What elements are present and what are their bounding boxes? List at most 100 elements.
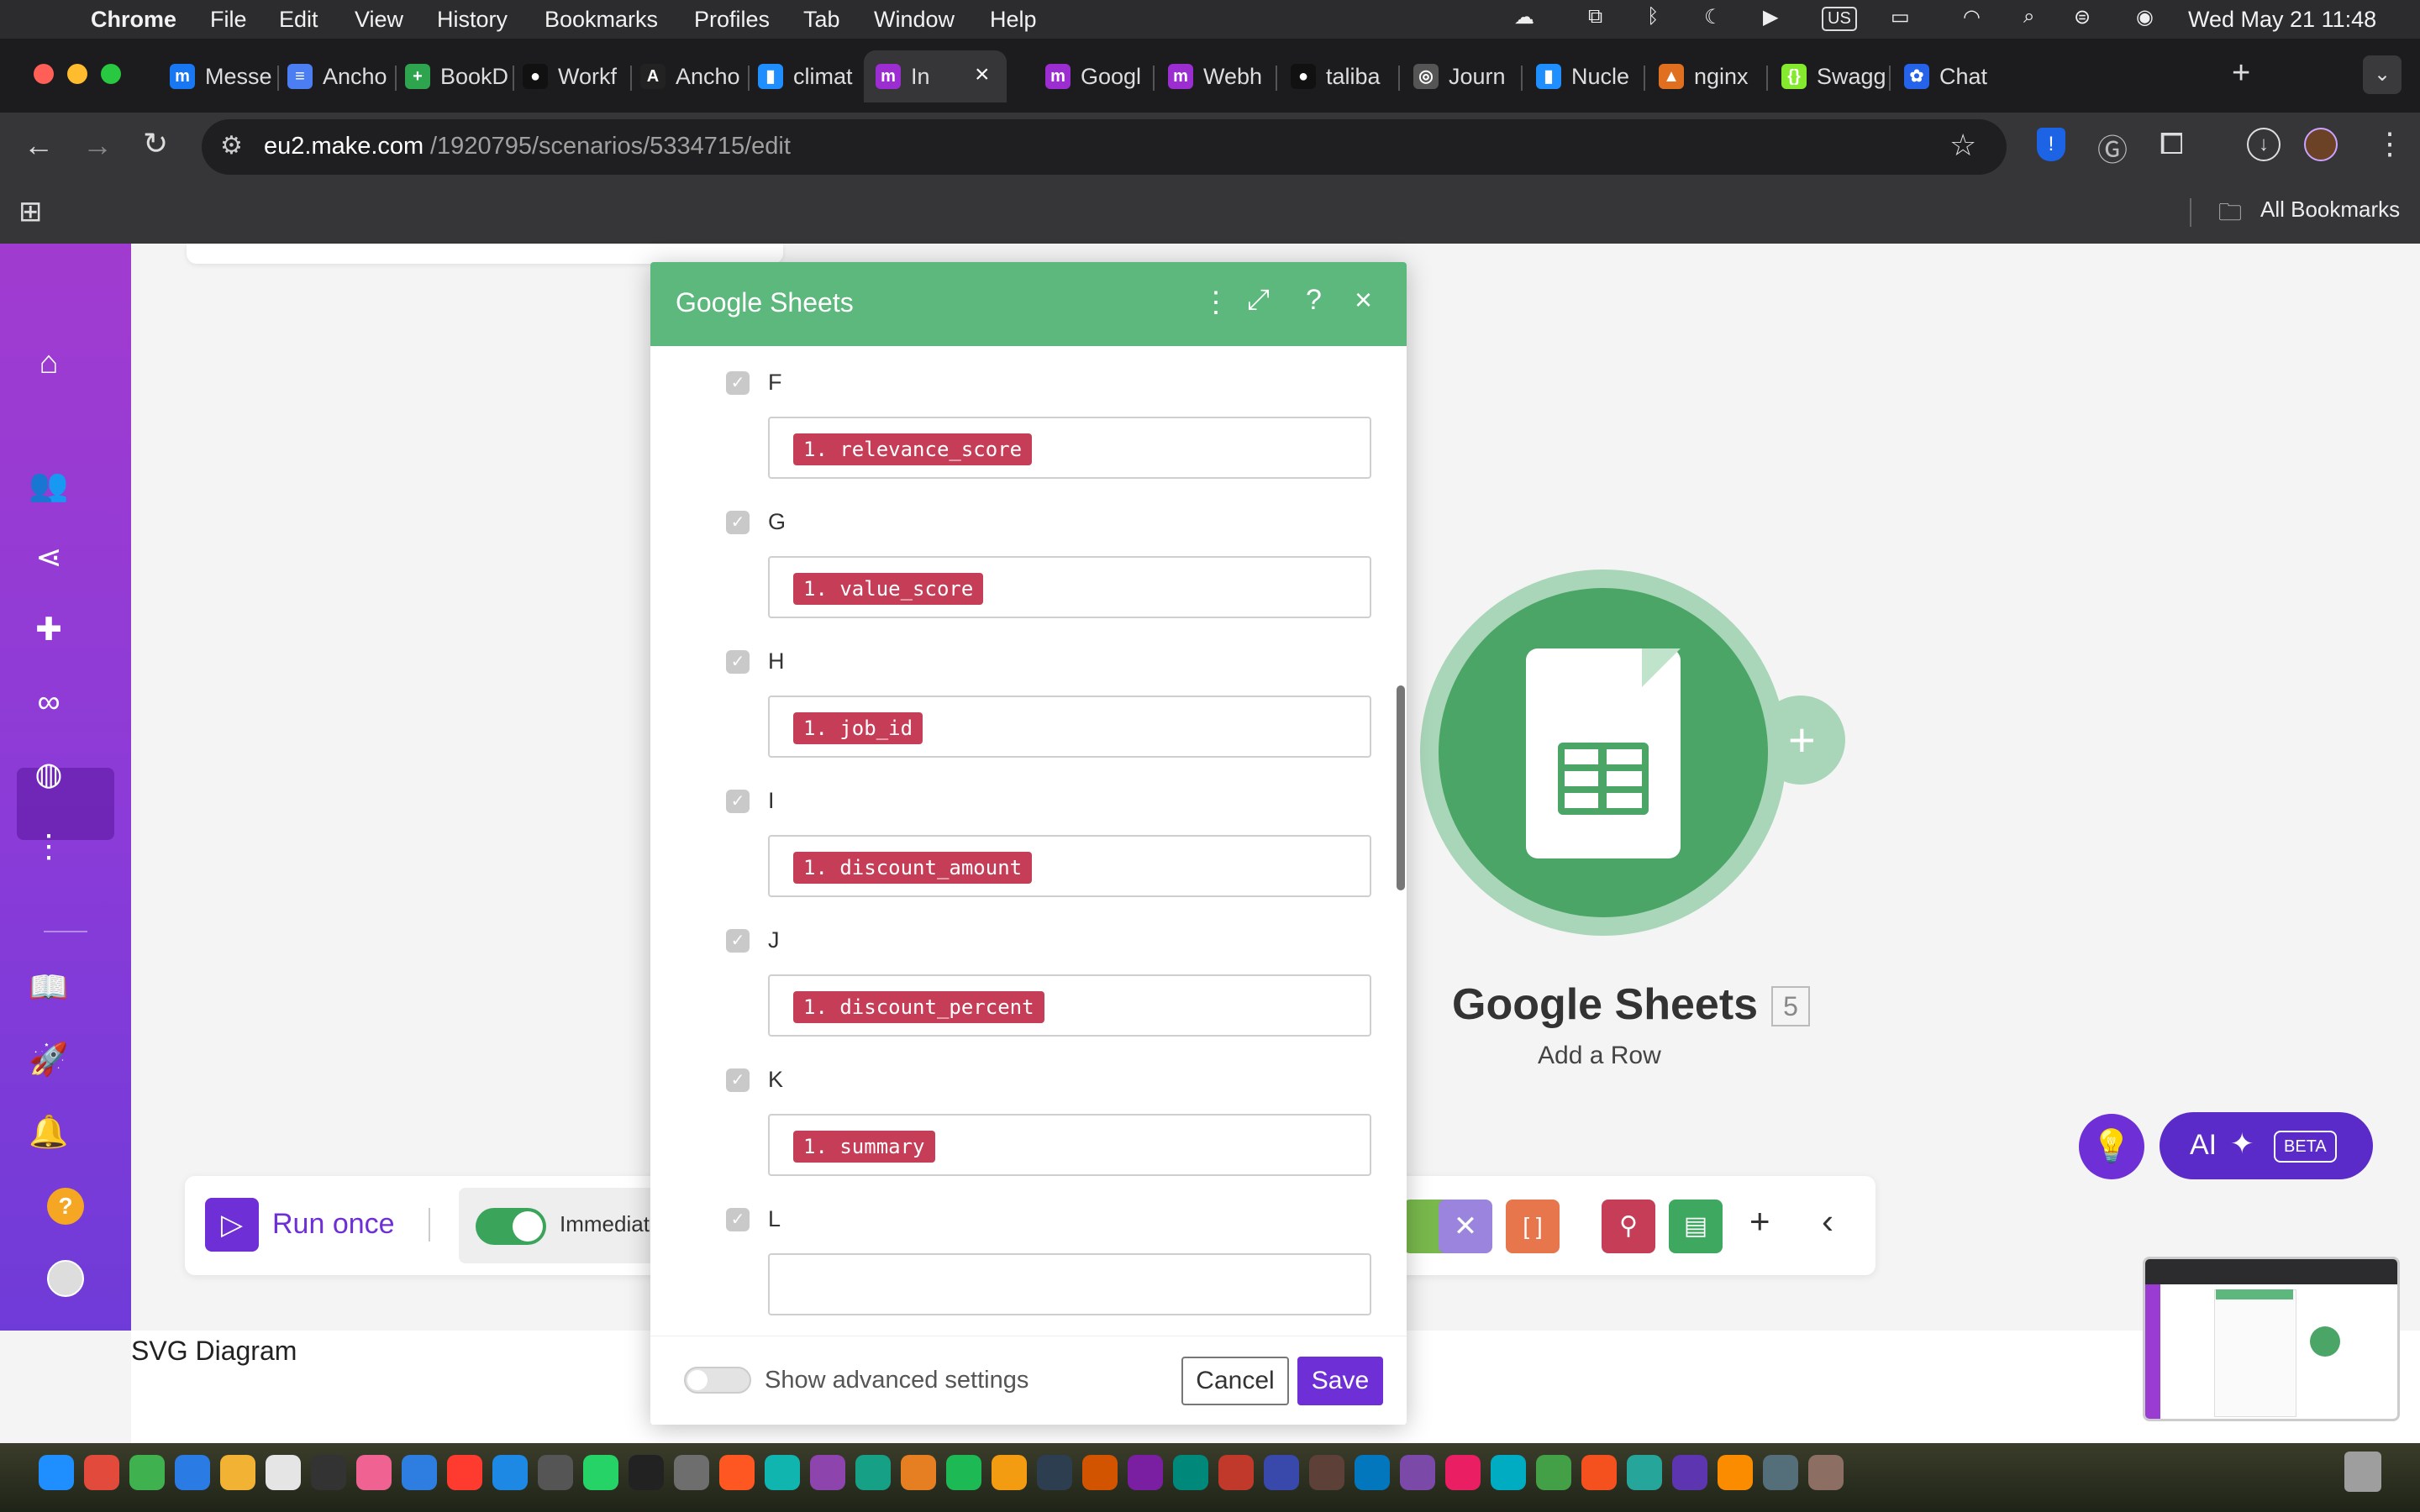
tab[interactable]: ◎ Journ — [1402, 50, 1521, 102]
menu-edit[interactable]: Edit — [279, 7, 318, 33]
save-button[interactable]: Save — [1297, 1357, 1383, 1405]
dock-app-icon[interactable] — [356, 1455, 392, 1490]
menu-app-name[interactable]: Chrome — [91, 7, 176, 33]
connections-link-icon[interactable]: ∞ — [24, 677, 74, 727]
dock-app-icon[interactable] — [1264, 1455, 1299, 1490]
dialog-scrollbar[interactable] — [1397, 685, 1405, 890]
mapped-value-pill[interactable]: 1. relevance_score — [793, 433, 1033, 465]
ai-assistant-button[interactable]: AI ✦ BETA — [2160, 1112, 2373, 1179]
tab[interactable]: m Webh — [1156, 50, 1276, 102]
dock-app-icon[interactable] — [629, 1455, 664, 1490]
rocket-icon[interactable]: 🚀 — [24, 1035, 74, 1085]
address-bar[interactable]: ⚙ eu2.make.com /1920795/scenarios/533471… — [202, 119, 2007, 175]
lightbulb-icon[interactable]: 💡 — [2079, 1114, 2144, 1179]
tab-search-icon[interactable]: ⌄ — [2363, 55, 2402, 94]
dock-app-icon[interactable] — [1355, 1455, 1390, 1490]
mapped-value-pill[interactable]: 1. summary — [793, 1131, 935, 1163]
run-once-button[interactable]: Run once — [272, 1208, 395, 1241]
new-tab-icon[interactable]: + — [2232, 55, 2250, 92]
dock-app-icon[interactable] — [538, 1455, 573, 1490]
clock[interactable]: Wed May 21 11:48 — [2188, 7, 2376, 33]
tab-active[interactable]: m In × — [864, 50, 1007, 102]
run-play-icon[interactable]: ▷ — [205, 1198, 259, 1252]
status-cloud-icon[interactable]: ☁ — [1514, 5, 1534, 29]
dock-app-icon[interactable] — [810, 1455, 845, 1490]
all-bookmarks-link[interactable]: All Bookmarks — [2260, 197, 2400, 223]
dock-app-icon[interactable] — [1672, 1455, 1707, 1490]
search-icon[interactable]: ⌕ — [2023, 5, 2034, 29]
dock-app-icon[interactable] — [1400, 1455, 1435, 1490]
mapped-value-pill[interactable]: 1. value_score — [793, 573, 984, 605]
scenarios-share-icon[interactable]: ⋖ — [24, 533, 74, 583]
dock-app-icon[interactable] — [901, 1455, 936, 1490]
tools-wrench-icon[interactable]: ✕ — [1439, 1200, 1492, 1253]
tab[interactable]: m Googl — [1034, 50, 1153, 102]
window-maximize-button[interactable] — [101, 64, 121, 84]
tab[interactable]: + BookD — [393, 50, 513, 102]
reload-icon[interactable]: ↻ — [143, 126, 168, 161]
dock-app-icon[interactable] — [266, 1455, 301, 1490]
dock-app-icon[interactable] — [946, 1455, 981, 1490]
cancel-button[interactable]: Cancel — [1181, 1357, 1289, 1405]
docs-book-icon[interactable]: 📖 — [24, 963, 74, 1013]
menu-file[interactable]: File — [210, 7, 247, 33]
battery-icon[interactable]: ▭ — [1891, 5, 1910, 29]
dock-app-icon[interactable] — [311, 1455, 346, 1490]
back-arrow-icon[interactable]: ← — [24, 128, 54, 163]
tab[interactable]: A Ancho — [629, 50, 748, 102]
user-avatar[interactable] — [47, 1260, 84, 1297]
siri-icon[interactable]: ◉ — [2136, 5, 2154, 29]
dock-app-icon[interactable] — [447, 1455, 482, 1490]
advanced-settings-toggle[interactable] — [684, 1367, 751, 1394]
column-value-field[interactable] — [768, 1253, 1371, 1315]
dock-app-icon[interactable] — [39, 1455, 74, 1490]
dock-app-icon[interactable] — [129, 1455, 165, 1490]
dialog-close-icon[interactable]: × — [1355, 282, 1372, 318]
dock-app-icon[interactable] — [1128, 1455, 1163, 1490]
tab[interactable]: ▮ Nucle — [1524, 50, 1644, 102]
dock-app-icon[interactable] — [1581, 1455, 1617, 1490]
moon-icon[interactable]: ☾ — [1704, 5, 1723, 29]
dialog-more-icon[interactable]: ⋮ — [1202, 286, 1230, 319]
column-checkbox[interactable]: ✓ — [726, 511, 750, 534]
tab[interactable]: m Messe — [158, 50, 277, 102]
help-icon[interactable]: ? — [47, 1188, 84, 1225]
window-minimize-button[interactable] — [67, 64, 87, 84]
menu-tab[interactable]: Tab — [803, 7, 840, 33]
tab[interactable]: ● taliba — [1279, 50, 1398, 102]
notifications-bell-icon[interactable]: 🔔 — [24, 1107, 74, 1158]
dock-app-icon[interactable] — [719, 1455, 755, 1490]
mapped-value-pill[interactable]: 1. discount_amount — [793, 852, 1033, 884]
input-source-badge[interactable]: US — [1822, 7, 1857, 31]
dock-app-icon[interactable] — [492, 1455, 528, 1490]
wifi-icon[interactable]: ◠ — [1963, 5, 1981, 29]
column-checkbox[interactable]: ✓ — [726, 371, 750, 395]
menu-bookmarks[interactable]: Bookmarks — [544, 7, 658, 33]
column-checkbox[interactable]: ✓ — [726, 1068, 750, 1092]
column-checkbox[interactable]: ✓ — [726, 1208, 750, 1231]
column-value-field[interactable]: 1. summary — [768, 1114, 1371, 1176]
column-value-field[interactable]: 1. job_id — [768, 696, 1371, 758]
json-bracket-icon[interactable]: [ ] — [1506, 1200, 1560, 1253]
bluetooth-icon[interactable]: ᛒ — [1647, 5, 1659, 29]
tab[interactable]: {} Swagg — [1770, 50, 1889, 102]
extensions-icon[interactable]: ⧠ — [2160, 126, 2184, 162]
dock-app-icon[interactable] — [402, 1455, 437, 1490]
dock-app-icon[interactable] — [1627, 1455, 1662, 1490]
chrome-menu-icon[interactable]: ⋮ — [2375, 126, 2405, 161]
tab[interactable]: ▲ nginx — [1647, 50, 1766, 102]
more-icon[interactable]: ⋮ — [24, 822, 74, 872]
trash-icon[interactable] — [2344, 1452, 2381, 1492]
menu-view[interactable]: View — [355, 7, 403, 33]
dock-app-icon[interactable] — [674, 1455, 709, 1490]
dock-app-icon[interactable] — [1082, 1455, 1118, 1490]
forward-arrow-icon[interactable]: → — [82, 128, 113, 163]
mapped-value-pill[interactable]: 1. discount_percent — [793, 991, 1044, 1023]
dock-app-icon[interactable] — [583, 1455, 618, 1490]
tab[interactable]: ● Workf — [511, 50, 630, 102]
profile-avatar[interactable] — [2304, 128, 2338, 161]
tab-close-icon[interactable]: × — [975, 60, 990, 89]
play-icon[interactable]: ▶ — [1763, 5, 1778, 29]
bitwarden-icon[interactable]: ! — [2037, 128, 2065, 161]
dock-app-icon[interactable] — [1491, 1455, 1526, 1490]
